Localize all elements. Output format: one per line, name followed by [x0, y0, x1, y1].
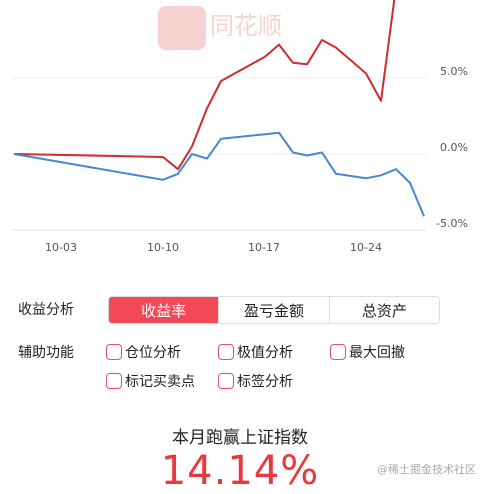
x-tick-label: 10-17 [248, 241, 280, 254]
max-drawdown-checkbox[interactable]: 最大回撤 [330, 342, 405, 362]
checkbox-icon [218, 373, 234, 389]
checkbox-icon [218, 344, 234, 360]
checkbox-icon [106, 344, 122, 360]
aux-label: 辅助功能 [18, 345, 74, 361]
tab-profit-loss[interactable]: 盈亏金额 [218, 297, 328, 323]
summary-title: 本月跑赢上证指数 [172, 428, 308, 448]
checkbox-label: 标签分析 [237, 374, 293, 390]
y-tick-label: 0.0% [440, 141, 468, 154]
series-line-blue [13, 131, 425, 217]
x-tick-label: 10-10 [147, 241, 179, 254]
x-tick-label: 10-24 [350, 241, 382, 254]
logo-watermark: 同花顺 [158, 6, 282, 50]
tab-return-rate[interactable]: 收益率 [109, 297, 219, 323]
logo-icon [158, 6, 206, 50]
mark-trades-checkbox[interactable]: 标记买卖点 [106, 371, 195, 391]
extreme-analysis-checkbox[interactable]: 极值分析 [218, 342, 293, 362]
checkbox-icon [106, 373, 122, 389]
tab-total-assets[interactable]: 总资产 [328, 297, 439, 323]
checkbox-label: 标记买卖点 [125, 374, 195, 390]
analysis-label: 收益分析 [18, 302, 74, 318]
position-analysis-checkbox[interactable]: 仓位分析 [106, 342, 181, 362]
tag-analysis-checkbox[interactable]: 标签分析 [218, 371, 293, 391]
analysis-segmented-control: 收益率 盈亏金额 总资产 [108, 296, 440, 324]
source-watermark: @稀土掘金技术社区 [377, 463, 476, 476]
checkbox-label: 极值分析 [237, 345, 293, 361]
y-tick-label: 5.0% [440, 65, 468, 78]
performance-chart: 同花顺 5.0% 0.0% -5.0% 10-03 10-10 10-17 10… [12, 0, 468, 254]
logo-text: 同花顺 [210, 12, 282, 40]
checkbox-icon [330, 344, 346, 360]
x-tick-label: 10-03 [45, 241, 77, 254]
checkbox-label: 最大回撤 [349, 345, 405, 361]
y-tick-label: -5.0% [436, 217, 468, 230]
checkbox-label: 仓位分析 [125, 345, 181, 361]
